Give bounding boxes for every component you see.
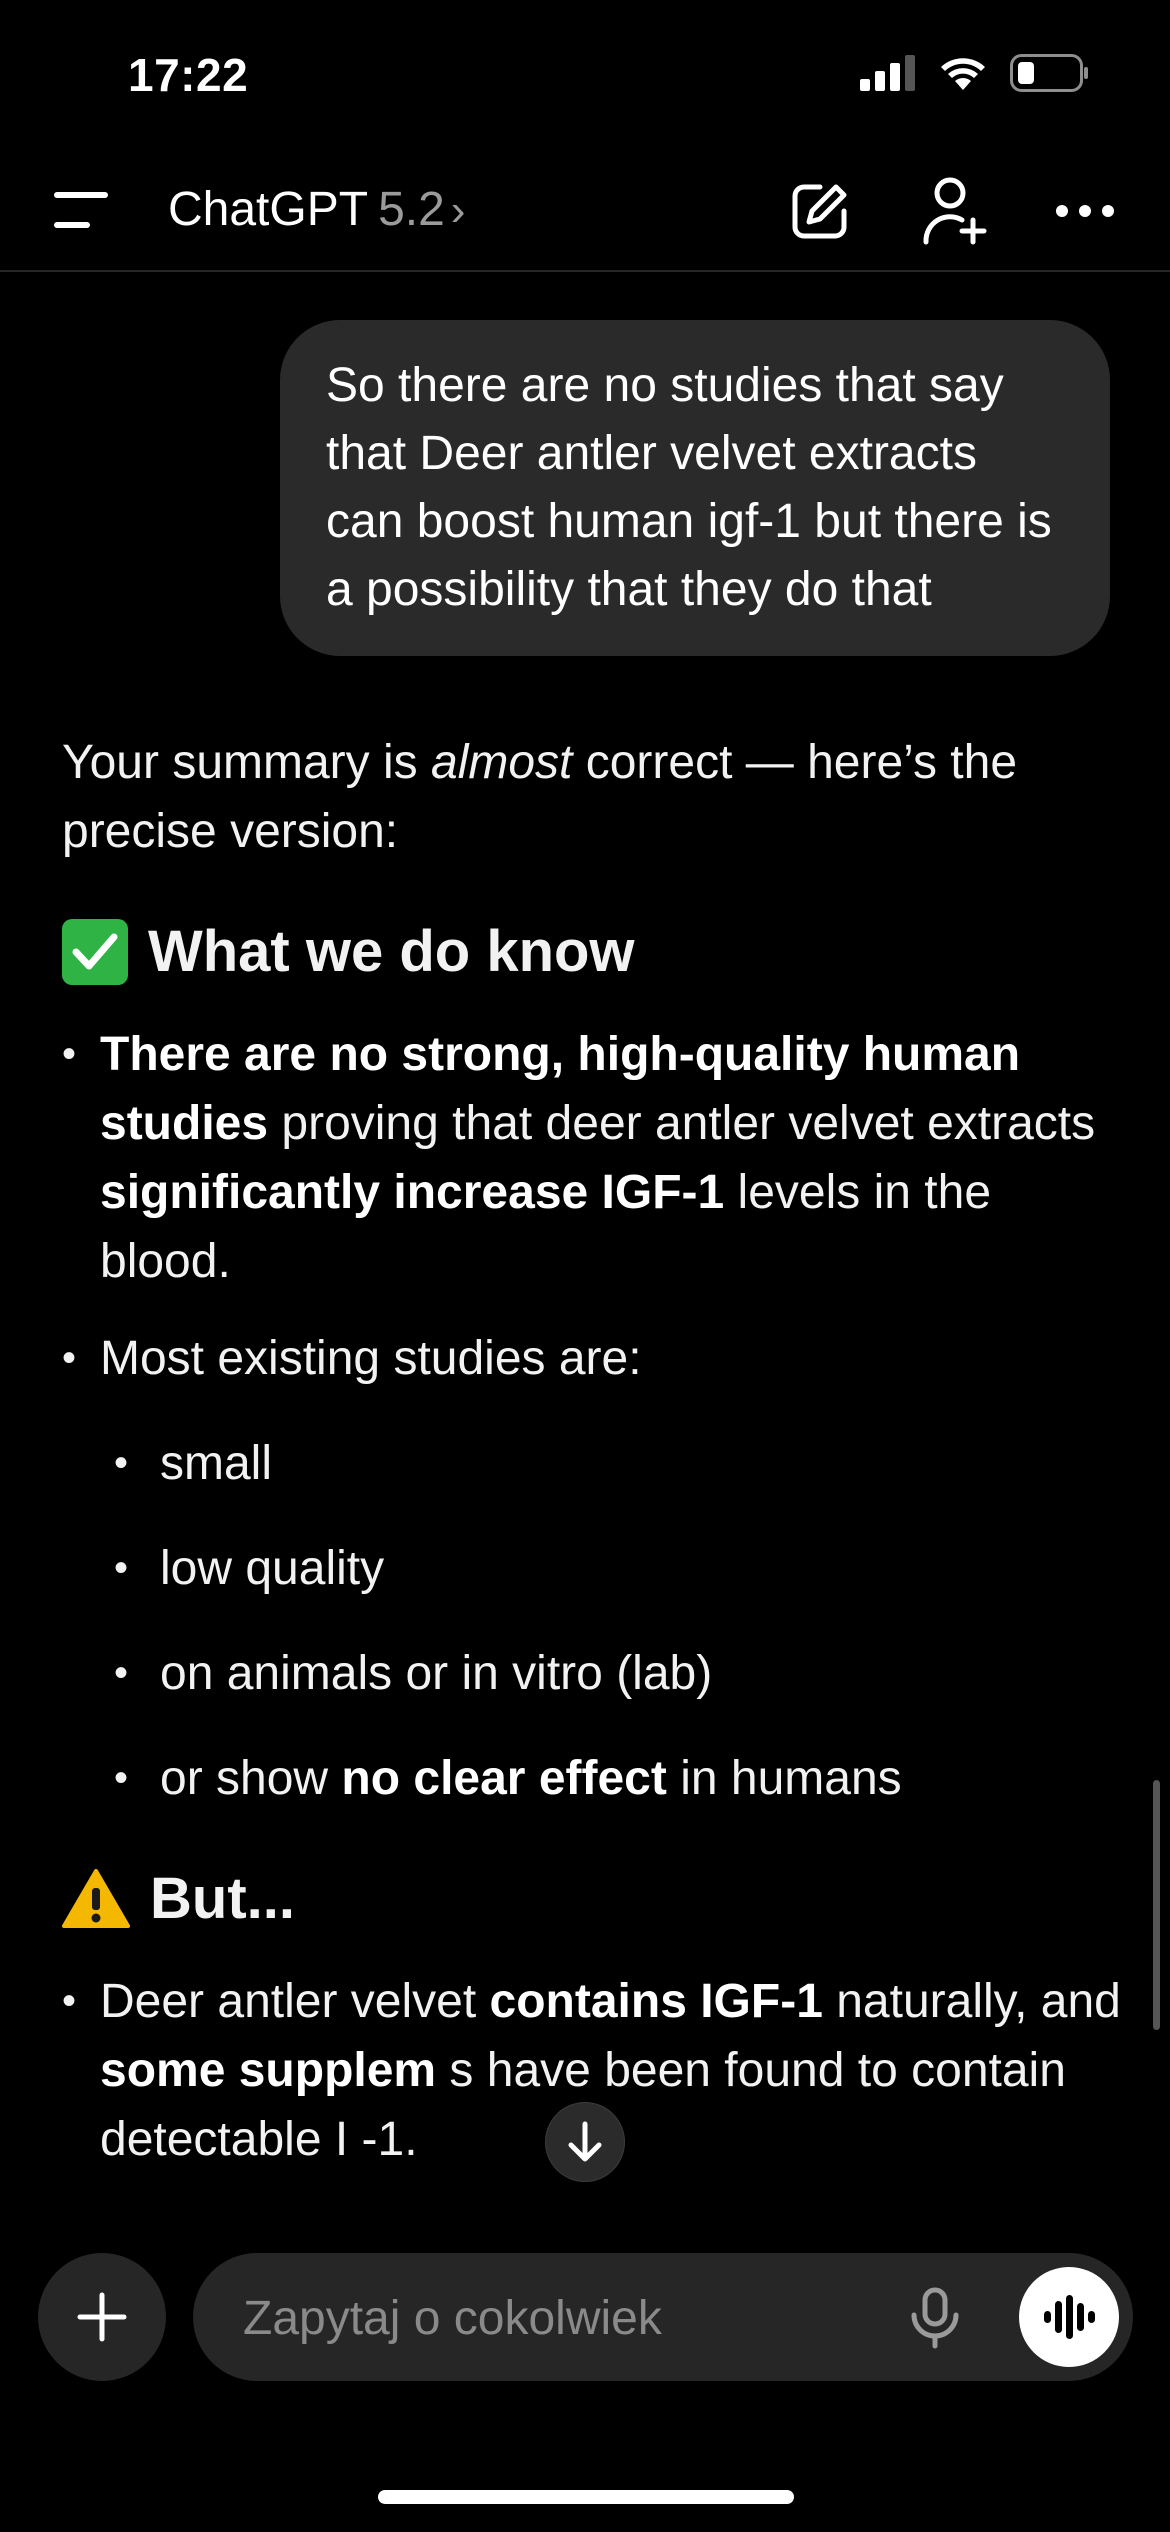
edit-icon	[792, 184, 847, 239]
wifi-icon	[941, 58, 985, 90]
status-icons	[860, 54, 1090, 92]
attach-button[interactable]	[38, 2253, 166, 2381]
sub-list-item: low quality	[62, 1534, 1122, 1603]
status-time: 17:22	[128, 49, 249, 101]
list-text: in humans	[666, 1752, 902, 1805]
bold-text: contains IGF-1	[489, 1975, 823, 2028]
list-text: Most existing studies are:	[100, 1332, 642, 1385]
new-chat-button[interactable]	[785, 176, 855, 246]
user-message-text: So there are no studies that say that De…	[326, 359, 1052, 616]
list-item: There are no strong, high-quality human …	[62, 1020, 1122, 1296]
menu-button[interactable]	[54, 188, 110, 232]
sub-list-item: small	[62, 1429, 1122, 1498]
intro-text: Your summary is	[62, 736, 431, 789]
list-text: on animals or in vitro (lab)	[160, 1647, 713, 1700]
sub-list-item: on animals or in vitro (lab)	[62, 1639, 1122, 1708]
more-icon	[1056, 205, 1114, 217]
bold-text: some supplem	[100, 2044, 437, 2097]
message-input[interactable]: Zapytaj o cokolwiek	[193, 2253, 1133, 2381]
sub-list-item: or show no clear effect in humans	[62, 1744, 1122, 1813]
intro-emphasis: almost	[431, 736, 573, 789]
user-message-bubble: So there are no studies that say that De…	[280, 320, 1110, 656]
more-button[interactable]	[1050, 176, 1120, 246]
list-text: or show	[160, 1752, 342, 1805]
mic-icon	[911, 2287, 959, 2349]
signal-icon	[860, 55, 915, 91]
list-text: -1.	[348, 2113, 418, 2166]
top-bar: ChatGPT 5.2 ›	[0, 150, 1170, 272]
list-item: Most existing studies are:	[62, 1324, 1122, 1393]
arrow-down-icon	[568, 2121, 602, 2162]
list-text: low quality	[160, 1542, 385, 1595]
home-indicator	[378, 2490, 794, 2504]
list-text: Deer antler velvet	[100, 1975, 490, 2028]
bold-text: significantly increase IGF-1	[100, 1166, 725, 1219]
chevron-right-icon: ›	[450, 186, 466, 235]
list-text: naturally, and	[822, 1975, 1121, 2028]
bold-text: no clear effect	[341, 1752, 667, 1805]
app-title: ChatGPT	[168, 183, 369, 236]
add-person-icon	[923, 177, 987, 245]
dictate-button[interactable]	[905, 2287, 965, 2349]
list-text: proving that deer antler velvet extracts	[268, 1097, 1096, 1150]
assistant-intro: Your summary is almost correct — here’s …	[62, 728, 1122, 866]
model-selector[interactable]: ChatGPT 5.2 ›	[168, 182, 465, 237]
check-mark-icon	[62, 919, 128, 985]
battery-icon	[1010, 54, 1088, 92]
section-title: But...	[150, 1866, 295, 1931]
voice-mode-button[interactable]	[1019, 2267, 1119, 2367]
voice-wave-icon	[1044, 2295, 1095, 2339]
input-placeholder: Zapytaj o cokolwiek	[243, 2292, 662, 2345]
add-person-button[interactable]	[920, 176, 990, 246]
section-heading-but: But...	[62, 1859, 1122, 1939]
list-text: small	[160, 1437, 273, 1490]
menu-icon	[54, 192, 108, 228]
section-heading-know: What we do know	[62, 912, 1122, 992]
assistant-message: Your summary is almost correct — here’s …	[62, 728, 1122, 2174]
model-version: 5.2	[378, 183, 445, 236]
plus-icon	[77, 2292, 127, 2342]
section-title: What we do know	[148, 919, 635, 984]
warning-icon	[62, 1869, 130, 1928]
scroll-down-button[interactable]	[545, 2102, 625, 2182]
scrollbar[interactable]	[1153, 1780, 1160, 2030]
